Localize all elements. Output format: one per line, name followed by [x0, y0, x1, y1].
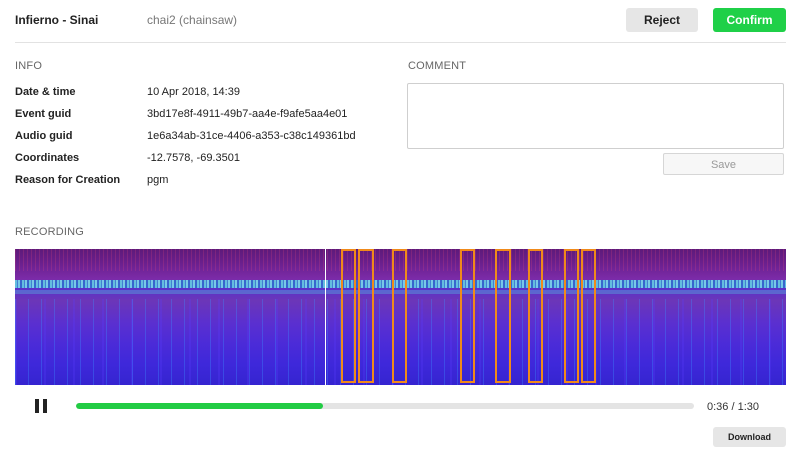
detection-box[interactable]	[581, 249, 596, 383]
confirm-button[interactable]: Confirm	[713, 8, 786, 32]
info-key: Coordinates	[15, 152, 80, 164]
info-section-title: INFO	[15, 60, 43, 72]
comment-textarea[interactable]	[407, 83, 784, 149]
comment-section-title: COMMENT	[408, 60, 467, 72]
site-name: Infierno - Sinai	[15, 13, 99, 27]
playback-progress-bar[interactable]	[76, 403, 694, 409]
detection-box[interactable]	[358, 249, 374, 383]
info-value: 3bd17e8f-4911-49b7-aa4e-f9afe5aa4e01	[147, 108, 348, 120]
detection-box[interactable]	[495, 249, 511, 383]
info-row-coordinates: Coordinates -12.7578, -69.3501	[15, 152, 395, 168]
download-button[interactable]: Download	[713, 427, 786, 447]
detection-box[interactable]	[460, 249, 475, 383]
header-bar: Infierno - Sinai chai2 (chainsaw) Reject…	[0, 0, 800, 42]
recording-section-title: RECORDING	[15, 226, 85, 238]
info-value: -12.7578, -69.3501	[147, 152, 240, 164]
playback-time: 0:36 / 1:30	[707, 401, 759, 413]
detection-box[interactable]	[392, 249, 407, 383]
info-value: pgm	[147, 174, 169, 186]
info-value: 1e6a34ab-31ce-4406-a353-c38c149361bd	[147, 130, 356, 142]
detection-box[interactable]	[341, 249, 356, 383]
info-row-reason: Reason for Creation pgm	[15, 174, 395, 190]
info-key: Audio guid	[15, 130, 73, 142]
pause-icon	[35, 399, 39, 413]
pause-button[interactable]	[35, 399, 47, 413]
info-key: Date & time	[15, 86, 76, 98]
header-divider	[15, 42, 786, 43]
info-row-audio-guid: Audio guid 1e6a34ab-31ce-4406-a353-c38c1…	[15, 130, 395, 146]
info-row-date: Date & time 10 Apr 2018, 14:39	[15, 86, 395, 102]
event-label: chai2 (chainsaw)	[147, 13, 238, 27]
info-value: 10 Apr 2018, 14:39	[147, 86, 240, 98]
playhead[interactable]	[325, 249, 326, 385]
info-key: Event guid	[15, 108, 72, 120]
spectrogram[interactable]	[15, 249, 786, 385]
info-row-event-guid: Event guid 3bd17e8f-4911-49b7-aa4e-f9afe…	[15, 108, 395, 124]
detection-box[interactable]	[564, 249, 579, 383]
playback-progress-fill	[76, 403, 324, 409]
save-button[interactable]: Save	[663, 153, 784, 175]
detection-box[interactable]	[528, 249, 543, 383]
pause-icon	[43, 399, 47, 413]
info-key: Reason for Creation	[15, 174, 121, 186]
reject-button[interactable]: Reject	[626, 8, 698, 32]
